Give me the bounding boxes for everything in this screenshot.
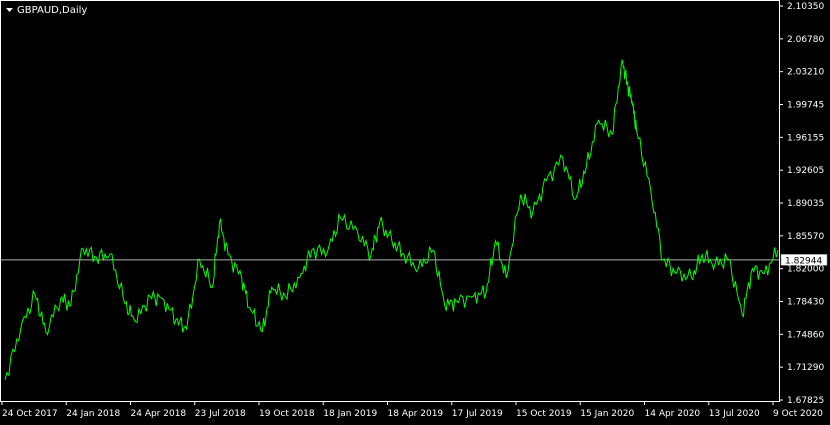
x-tick-label: 17 Jul 2019 bbox=[452, 409, 503, 419]
y-tick-label: 1.89035 bbox=[787, 199, 824, 209]
y-tick-label: 1.71290 bbox=[787, 363, 824, 373]
x-tick-label: 14 Apr 2020 bbox=[645, 409, 701, 419]
chart-area[interactable]: 2.10350 2.06780 2.03210 1.99745 1.96155 1.926… bbox=[0, 0, 830, 425]
y-tick-label: 2.06780 bbox=[787, 35, 824, 45]
x-tick-label: 19 Oct 2018 bbox=[259, 409, 315, 419]
triangle-down-icon[interactable] bbox=[6, 8, 13, 12]
current-price-badge: 1.82944 bbox=[780, 254, 828, 266]
x-tick-label: 23 Jul 2018 bbox=[195, 409, 246, 419]
symbol-timeframe-label: GBPAUD,Daily bbox=[17, 5, 87, 16]
y-tick-label: 1.92605 bbox=[787, 166, 824, 176]
x-tick-label: 24 Apr 2018 bbox=[131, 409, 187, 419]
x-tick-label: 18 Apr 2019 bbox=[388, 409, 444, 419]
y-axis: 2.10350 2.06780 2.03210 1.99745 1.96155 1.926… bbox=[779, 2, 824, 406]
x-tick-label: 18 Jan 2019 bbox=[323, 409, 377, 419]
y-tick-label: 1.99745 bbox=[787, 101, 824, 111]
y-tick-label: 2.10350 bbox=[787, 2, 824, 12]
x-tick-label: 13 Jul 2020 bbox=[709, 409, 760, 419]
y-tick-label: 1.96155 bbox=[787, 133, 824, 143]
x-tick-label: 24 Oct 2017 bbox=[2, 409, 58, 419]
y-tick-label: 1.67825 bbox=[787, 396, 824, 406]
x-tick-label: 24 Jan 2018 bbox=[66, 409, 120, 419]
y-tick-label: 2.03210 bbox=[787, 68, 824, 78]
x-tick-label: 15 Oct 2019 bbox=[516, 409, 572, 419]
current-price-label: 1.82944 bbox=[785, 256, 822, 266]
y-tick-label: 1.74860 bbox=[787, 330, 824, 340]
plot-border bbox=[0, 0, 780, 402]
x-axis: 24 Oct 2017 24 Jan 2018 24 Apr 2018 23 Jul … bbox=[1, 401, 823, 419]
price-series-line bbox=[4, 58, 779, 380]
x-tick-label: 15 Jan 2020 bbox=[580, 409, 634, 419]
y-tick-label: 1.85570 bbox=[787, 232, 824, 242]
chart-title: GBPAUD,Daily bbox=[6, 5, 87, 16]
y-tick-label: 1.78430 bbox=[787, 298, 824, 308]
x-tick-label: 9 Oct 2020 bbox=[773, 409, 823, 419]
